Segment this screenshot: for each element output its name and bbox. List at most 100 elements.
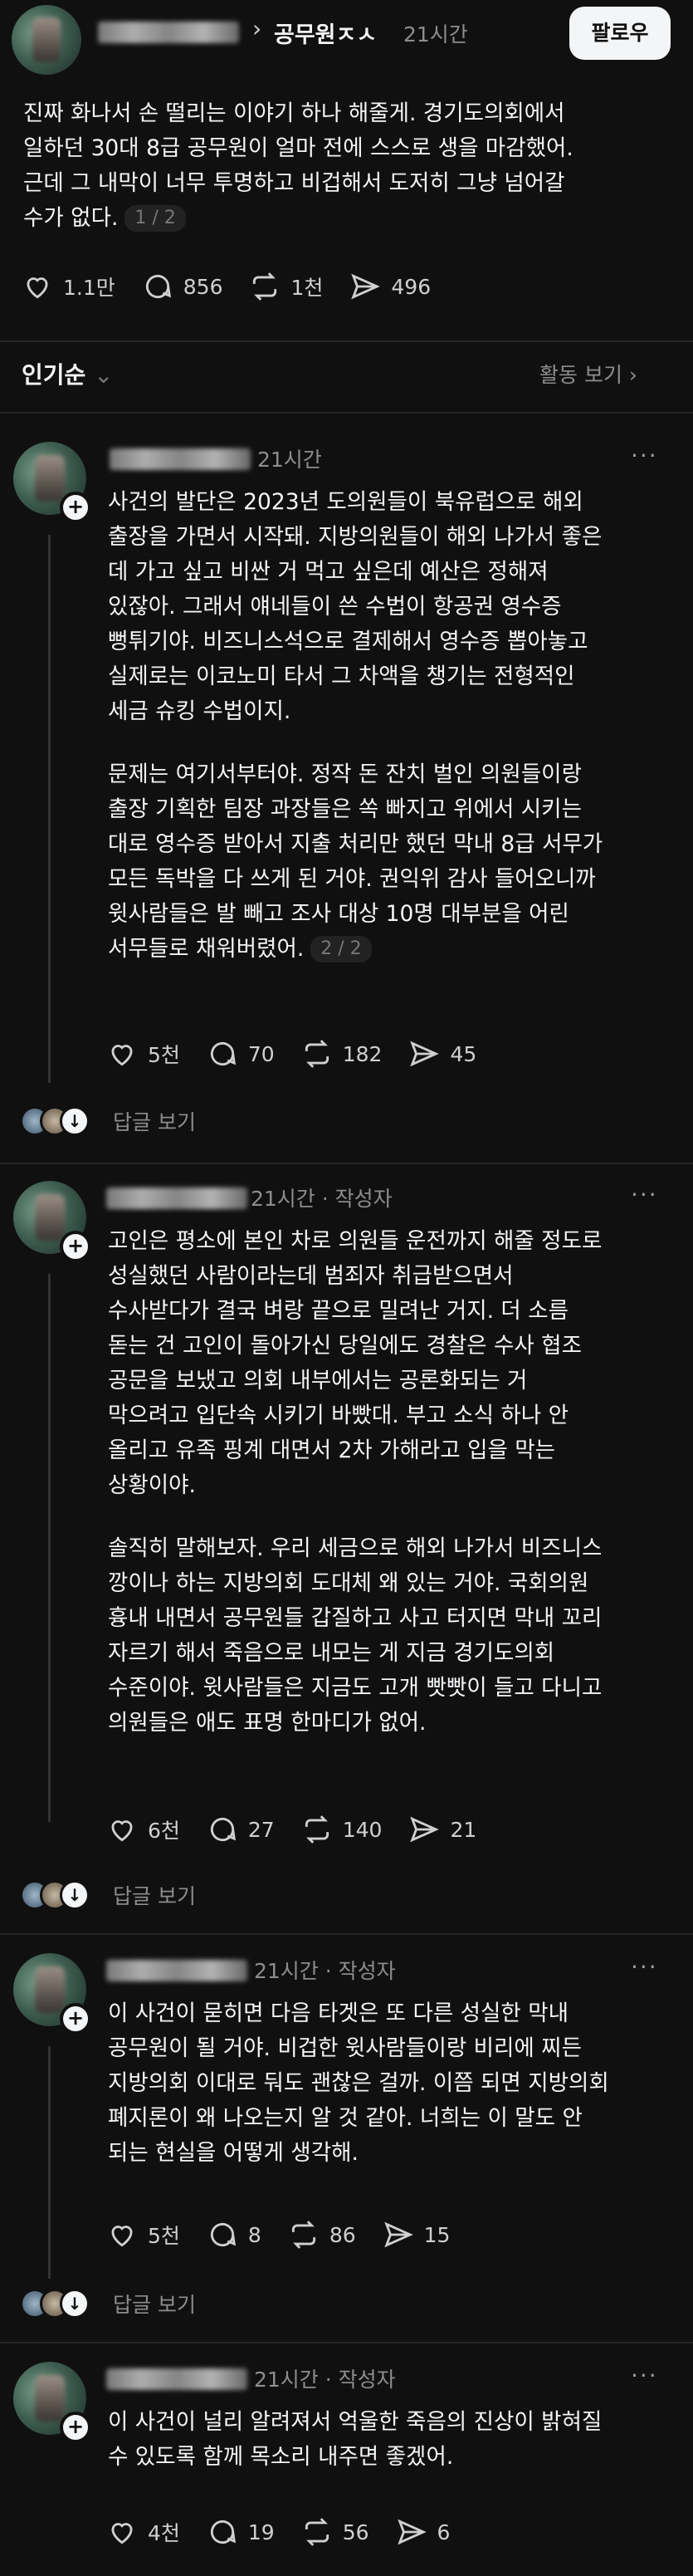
repost-count: 140 <box>342 1817 383 1842</box>
reply-paragraph: 문제는 여기서부터야. 정작 돈 잔치 벌인 의원들이랑 출장 기획한 팀장 과… <box>108 762 603 962</box>
share-count: 21 <box>450 1817 477 1842</box>
sort-dropdown[interactable]: 인기순 ⌄ <box>22 357 114 390</box>
reply-paragraph: 사건의 발단은 2023년 도의원들이 북유럽으로 해외 출장을 가면서 시작돼… <box>108 489 603 724</box>
reply-actions: 5천 8 86 15 <box>106 2219 476 2250</box>
reply-divider <box>0 1933 693 1935</box>
comment-icon <box>145 274 171 299</box>
comment-button[interactable]: 19 <box>207 2516 275 2548</box>
comment-count: 70 <box>247 1041 275 1066</box>
like-button[interactable]: 6천 <box>106 1814 180 1845</box>
comment-button[interactable]: 8 <box>207 2219 261 2250</box>
reply-text: 솔직히 말해보자. 우리 세금으로 해외 나가서 비즈니스 깡이나 하는 지방의… <box>108 1531 681 1741</box>
author-avatar[interactable] <box>12 5 81 75</box>
share-button[interactable]: 45 <box>408 1038 476 1070</box>
like-count: 1.1만 <box>63 276 115 300</box>
repost-button[interactable]: 86 <box>288 2219 356 2250</box>
arrow-down-icon: ↓ <box>60 1880 90 1910</box>
post-pager[interactable]: 1 / 2 <box>124 205 186 232</box>
arrow-down-icon: ↓ <box>60 1106 90 1136</box>
send-icon <box>410 1041 440 1067</box>
heart-icon <box>111 2226 133 2247</box>
reply-author-name[interactable] <box>110 448 251 470</box>
reply-meta: 21시간 <box>257 448 322 472</box>
share-button[interactable]: 21 <box>408 1814 476 1845</box>
repost-count: 56 <box>342 2520 369 2544</box>
reply-author-name[interactable] <box>106 1960 247 1981</box>
repost-button[interactable]: 140 <box>301 1814 383 1845</box>
reply-divider <box>0 1163 693 1164</box>
repost-button[interactable]: 182 <box>301 1038 382 1070</box>
like-button[interactable]: 1.1만 <box>22 271 115 302</box>
reply-author-name[interactable] <box>106 1188 247 1209</box>
like-button[interactable]: 5천 <box>106 1038 180 1070</box>
chevron-down-icon: ⌄ <box>94 361 114 389</box>
reply-text: 이 사건이 널리 알려져서 억울한 죽음의 진상이 밝혀질 수 있도록 함께 목… <box>108 2405 681 2475</box>
sort-label: 인기순 <box>22 361 86 389</box>
send-icon <box>397 2519 427 2545</box>
comment-button[interactable]: 70 <box>207 1038 275 1070</box>
view-replies[interactable]: ↓ 답글 보기 <box>20 2289 196 2319</box>
reply-actions: 4천 19 56 6 <box>106 2516 476 2548</box>
share-button[interactable]: 6 <box>396 2516 450 2548</box>
repost-icon <box>305 1040 329 1068</box>
comment-icon <box>210 2520 236 2544</box>
more-options-icon[interactable]: ··· <box>631 442 658 469</box>
author-name[interactable] <box>98 22 239 43</box>
comment-icon <box>210 1041 236 1066</box>
reply-divider <box>0 2342 693 2343</box>
post-text: 진짜 화나서 손 떨리는 이야기 하나 해줄게. 경기도의회에서 일하던 30대… <box>23 96 679 236</box>
reply-paragraph: 솔직히 말해보자. 우리 세금으로 해외 나가서 비즈니스 깡이나 하는 지방의… <box>108 1535 603 1736</box>
follow-plus-icon[interactable]: + <box>60 492 91 523</box>
share-count: 15 <box>423 2222 451 2247</box>
like-button[interactable]: 4천 <box>106 2516 180 2548</box>
follow-plus-icon[interactable]: + <box>60 2003 91 2035</box>
post-text-content: 진짜 화나서 손 떨리는 이야기 하나 해줄게. 경기도의회에서 일하던 30대… <box>23 100 573 231</box>
follow-plus-icon[interactable]: + <box>60 2412 91 2443</box>
heart-icon <box>111 1820 133 1842</box>
reply-actions: 6천 27 140 21 <box>106 1814 503 1845</box>
reply-meta: 21시간 · 작성자 <box>251 1187 393 1211</box>
repost-button[interactable]: 1천 <box>249 271 323 302</box>
like-count: 5천 <box>148 1043 180 1067</box>
follow-button[interactable]: 팔로우 <box>569 7 671 60</box>
comment-icon <box>210 1817 236 1842</box>
reply-paragraph: 고인은 평소에 본인 차로 의원들 운전까지 해줄 정도로 성실했던 사람이라는… <box>108 1228 603 1498</box>
repost-button[interactable]: 56 <box>301 2516 369 2548</box>
heart-icon <box>111 2523 133 2544</box>
follow-plus-icon[interactable]: + <box>60 1231 91 1262</box>
more-options-icon[interactable]: ··· <box>631 2362 658 2389</box>
send-icon <box>410 1816 440 1843</box>
arrow-down-icon: ↓ <box>60 2289 90 2319</box>
reply-paragraph: 이 사건이 묻히면 다음 타겟은 또 다른 성실한 막내 공무원이 될 거야. … <box>108 2001 609 2166</box>
reply-author-name[interactable] <box>106 2368 247 2390</box>
comment-count: 856 <box>183 274 223 299</box>
like-button[interactable]: 5천 <box>106 2219 180 2250</box>
like-count: 6천 <box>148 1819 180 1843</box>
view-replies-label: 답글 보기 <box>113 1110 196 1134</box>
activity-link[interactable]: 활동 보기 › <box>539 359 637 389</box>
more-options-icon[interactable]: ··· <box>631 1181 658 1208</box>
more-options-icon[interactable]: ··· <box>631 1953 658 1981</box>
share-button[interactable]: 496 <box>349 271 431 302</box>
comment-button[interactable]: 27 <box>207 1814 275 1845</box>
comment-count: 8 <box>247 2222 261 2247</box>
heart-icon <box>111 1045 133 1066</box>
comment-button[interactable]: 856 <box>142 271 223 302</box>
view-replies-label: 답글 보기 <box>113 2293 196 2317</box>
share-count: 45 <box>450 1041 477 1066</box>
reply-text: 고인은 평소에 본인 차로 의원들 운전까지 해줄 정도로 성실했던 사람이라는… <box>108 1224 681 1503</box>
repost-count: 1천 <box>290 276 324 300</box>
activity-label: 활동 보기 <box>539 363 622 387</box>
view-replies[interactable]: ↓ 답글 보기 <box>20 1106 196 1136</box>
follow-label: 팔로우 <box>591 21 649 45</box>
like-count: 5천 <box>148 2224 180 2248</box>
thread-line <box>48 2046 51 2279</box>
reply-pager[interactable]: 2 / 2 <box>310 936 372 962</box>
chevron-right-icon: › <box>252 15 262 42</box>
view-replies[interactable]: ↓ 답글 보기 <box>20 1880 196 1910</box>
share-count: 496 <box>391 274 432 299</box>
author-name-suffix[interactable]: 공무원ㅈㅅ <box>274 17 377 49</box>
repost-icon <box>305 2518 329 2546</box>
share-button[interactable]: 15 <box>383 2219 451 2250</box>
view-replies-label: 답글 보기 <box>113 1884 196 1908</box>
